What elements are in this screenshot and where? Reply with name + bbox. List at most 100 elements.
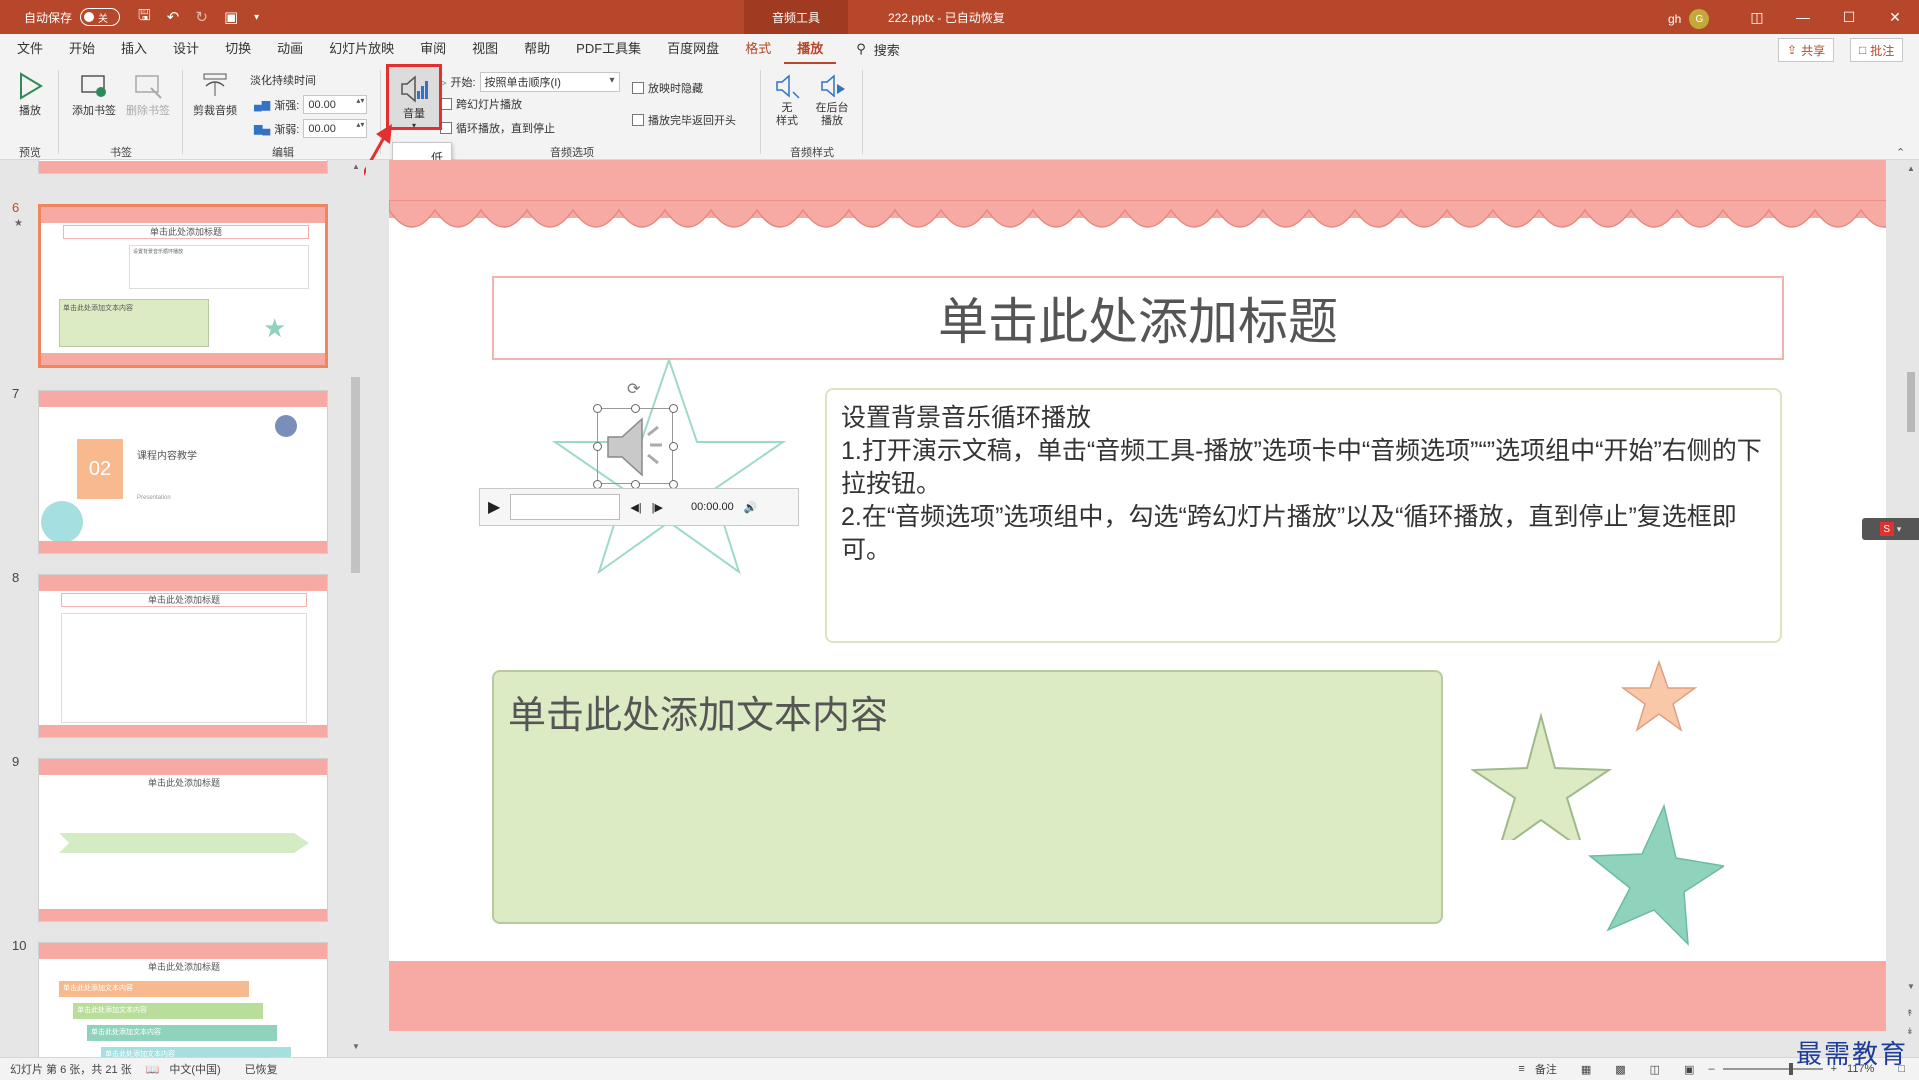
tab-insert[interactable]: 插入 xyxy=(108,34,160,64)
scroll-down-icon[interactable]: ▼ xyxy=(1907,982,1915,991)
no-style-button[interactable]: 无 样式 xyxy=(768,70,806,128)
document-title: 222.pptx - 已自动恢复 xyxy=(888,11,1005,25)
editor-scroll-thumb[interactable] xyxy=(1907,372,1915,432)
tab-design[interactable]: 设计 xyxy=(160,34,212,64)
scroll-up-icon[interactable]: ▲ xyxy=(352,162,360,171)
spellcheck-icon[interactable]: 📖 xyxy=(146,1063,160,1076)
play-in-background-button[interactable]: 在后台 播放 xyxy=(810,70,854,128)
hide-during-show-box[interactable] xyxy=(632,82,644,94)
slideshow-view-icon[interactable]: ▣ xyxy=(1684,1063,1694,1076)
play-across-slides-checkbox[interactable]: 跨幻灯片播放 xyxy=(440,96,522,112)
rewind-box[interactable] xyxy=(632,114,644,126)
tab-file[interactable]: 文件 xyxy=(4,34,56,64)
resize-handle[interactable] xyxy=(669,404,678,413)
start-select[interactable]: 按照单击顺序(I) xyxy=(479,72,620,92)
share-button[interactable]: ⇪ 共享 xyxy=(1778,38,1835,62)
user-name: gh xyxy=(1668,12,1682,26)
ime-icon: S xyxy=(1879,522,1894,536)
remove-bookmark-button: 删除书签 xyxy=(122,70,174,118)
autosave-toggle[interactable]: 关 xyxy=(80,8,121,26)
divider xyxy=(862,70,863,154)
step-forward-icon[interactable]: |▶ xyxy=(652,501,663,514)
player-volume-icon[interactable]: 🔊 xyxy=(744,501,758,514)
ribbon-display-icon[interactable]: ◫ xyxy=(1734,0,1780,34)
user-account[interactable]: gh G xyxy=(1668,9,1710,29)
thumbnails-scrollbar[interactable]: ▲ ▼ xyxy=(349,160,363,1057)
audio-icon-selection[interactable]: ⟳ xyxy=(593,381,678,489)
tab-help[interactable]: 帮助 xyxy=(511,34,563,64)
resize-handle[interactable] xyxy=(593,404,602,413)
redo-icon[interactable]: ↻ xyxy=(195,8,208,26)
slide-thumbnails-pane: 6 ★ 单击此处添加标题 设置背景音乐循环播放 单击此处添加文本内容 ★ 7 0… xyxy=(0,160,364,1057)
present-icon[interactable]: ▣ xyxy=(224,8,238,26)
resize-handle[interactable] xyxy=(593,442,602,451)
content-text-box[interactable]: 设置背景音乐循环播放 1.打开演示文稿，单击“音频工具-播放”选项卡中“音频选项… xyxy=(825,388,1782,643)
hide-during-show-checkbox[interactable]: 放映时隐藏 xyxy=(632,80,703,96)
tab-home[interactable]: 开始 xyxy=(56,34,108,64)
trim-audio-icon xyxy=(199,70,231,102)
maximize-icon[interactable]: ☐ xyxy=(1826,0,1872,34)
tab-format[interactable]: 格式 xyxy=(732,34,784,64)
comments-button[interactable]: □ 批注 xyxy=(1850,38,1904,62)
trim-audio-button[interactable]: 剪裁音频 xyxy=(188,70,242,118)
slide-sorter-icon[interactable]: ▩ xyxy=(1615,1063,1625,1076)
tab-view[interactable]: 视图 xyxy=(459,34,511,64)
editor-scrollbar[interactable]: ▲ ▼ ↟ ↡ xyxy=(1903,160,1919,1057)
minimize-icon[interactable]: — xyxy=(1780,0,1826,34)
collapse-ribbon-icon[interactable]: ⌃ xyxy=(1896,146,1905,159)
customize-icon[interactable]: ▾ xyxy=(254,12,259,23)
scroll-down-icon[interactable]: ▼ xyxy=(352,1042,360,1051)
thumbnails-scroll-thumb[interactable] xyxy=(351,377,360,573)
tab-transitions[interactable]: 切换 xyxy=(212,34,264,64)
play-icon[interactable]: ▶ xyxy=(488,497,500,517)
resize-handle[interactable] xyxy=(669,442,678,451)
audio-progress-track[interactable] xyxy=(510,494,621,520)
floating-ime-toolbar[interactable]: S ▾ xyxy=(1862,518,1919,540)
slide-canvas[interactable]: 单击此处添加标题 ⟳ ▶ ◀| |▶ 00:00.00 🔊 设置背景音乐循环播放… xyxy=(389,160,1886,1031)
save-icon[interactable]: 🖫 xyxy=(138,5,151,30)
resize-handle[interactable] xyxy=(631,404,640,413)
slide-title-placeholder[interactable]: 单击此处添加标题 xyxy=(492,276,1784,360)
tab-pdf-tools[interactable]: PDF工具集 xyxy=(563,34,654,64)
step-back-icon[interactable]: ◀| xyxy=(630,501,641,514)
tab-baidu-netdisk[interactable]: 百度网盘 xyxy=(654,34,732,64)
add-bookmark-button[interactable]: 添加书签 xyxy=(68,70,120,118)
scroll-up-icon[interactable]: ▲ xyxy=(1907,164,1915,173)
audio-star-icon: ★ xyxy=(14,218,23,229)
slide-thumbnail-5[interactable] xyxy=(38,160,328,174)
play-button[interactable]: 播放 xyxy=(10,70,50,118)
fade-in-input[interactable]: 00.00 xyxy=(303,95,368,114)
slide-thumbnail-10[interactable]: 单击此处添加标题 单击此处添加文本内容 单击此处添加文本内容 单击此处添加文本内… xyxy=(38,942,328,1057)
title-bar: 自动保存 关 🖫 ↶ ↻ ▣ ▾ 音频工具 222.pptx - 已自动恢复 g… xyxy=(0,0,1919,34)
slide-thumbnail-7[interactable]: 02 课程内容教学 Presentation xyxy=(38,390,328,554)
normal-view-icon[interactable]: ▦ xyxy=(1581,1063,1591,1076)
fade-duration-title: 淡化持续时间 xyxy=(250,75,316,87)
autosave[interactable]: 自动保存 关 xyxy=(24,8,121,26)
undo-icon[interactable]: ↶ xyxy=(167,8,180,26)
tab-slideshow[interactable]: 幻灯片放映 xyxy=(316,34,407,64)
close-icon[interactable]: ✕ xyxy=(1872,0,1918,34)
slide-thumbnail-6[interactable]: 单击此处添加标题 设置背景音乐循环播放 单击此处添加文本内容 ★ xyxy=(38,204,328,368)
content-line: 设置背景音乐循环播放 xyxy=(841,404,1092,432)
tab-review[interactable]: 审阅 xyxy=(407,34,459,64)
previous-slide-icon[interactable]: ↟ xyxy=(1906,1008,1914,1019)
notes-icon: ≡ xyxy=(1518,1063,1525,1075)
tab-playback[interactable]: 播放 xyxy=(784,34,837,64)
slide-number: 9 xyxy=(12,754,20,769)
rotate-handle-icon[interactable]: ⟳ xyxy=(627,379,640,399)
body-text-placeholder[interactable]: 单击此处添加文本内容 xyxy=(492,670,1443,924)
language[interactable]: 中文(中国) xyxy=(169,1061,220,1077)
ribbon: 播放 预览 添加书签 删除书签 书签 剪裁音频 淡化持续时间 ▄▆ 渐强: 00… xyxy=(0,64,1919,160)
rewind-after-playing-checkbox[interactable]: 播放完毕返回开头 xyxy=(632,112,736,128)
notes-button[interactable]: 备注 xyxy=(1535,1061,1557,1077)
zoom-out-icon[interactable]: – xyxy=(1708,1063,1714,1075)
divider xyxy=(58,70,59,154)
tab-animations[interactable]: 动画 xyxy=(264,34,316,64)
star-icon: ★ xyxy=(263,313,287,343)
search-box[interactable]: ⚲ 搜索 xyxy=(856,40,900,59)
slide-thumbnail-8[interactable]: 单击此处添加标题 xyxy=(38,574,328,738)
background-play-icon xyxy=(816,70,848,102)
loop-until-stopped-checkbox[interactable]: 循环播放，直到停止 xyxy=(440,120,555,136)
reading-view-icon[interactable]: ◫ xyxy=(1650,1063,1660,1076)
slide-thumbnail-9[interactable]: 单击此处添加标题 xyxy=(38,758,328,922)
